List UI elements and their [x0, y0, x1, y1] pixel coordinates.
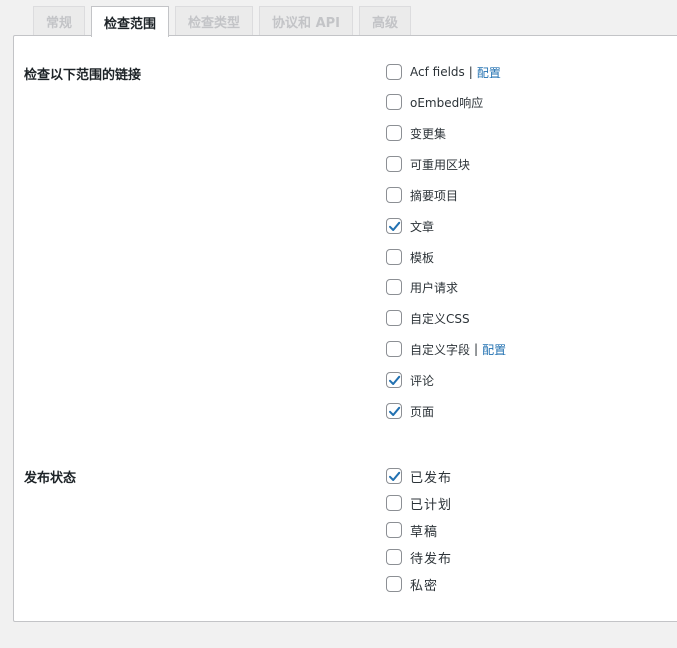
- option-label: 变更集: [410, 126, 447, 141]
- checkbox[interactable]: [386, 156, 402, 172]
- checkbox[interactable]: [386, 187, 402, 203]
- tab-general[interactable]: 常规: [33, 6, 86, 36]
- checkmark-icon: [389, 221, 401, 231]
- status-option-private[interactable]: 私密: [386, 576, 439, 594]
- option-label: 模板: [410, 250, 435, 265]
- scope-option-acf-fields[interactable]: Acf fields | 配置: [386, 64, 501, 80]
- status-option-pending[interactable]: 待发布: [386, 549, 453, 567]
- scope-option-user-requests[interactable]: 用户请求: [386, 279, 458, 295]
- option-label: 待发布: [410, 551, 453, 567]
- scope-option-comments[interactable]: 评论: [386, 372, 434, 388]
- checkmark-icon: [389, 375, 401, 385]
- option-label: 用户请求: [410, 280, 459, 295]
- settings-tabs: 常规 检查范围 检查类型 协议和 API 高级: [33, 6, 412, 37]
- scope-option-oembed[interactable]: oEmbed响应: [386, 94, 483, 110]
- tab-check-types[interactable]: 检查类型: [175, 6, 254, 36]
- option-label: 文章: [410, 219, 435, 234]
- scope-option-templates[interactable]: 模板: [386, 249, 434, 265]
- checkbox[interactable]: [386, 218, 402, 234]
- option-label: 自定义字段: [410, 342, 471, 357]
- option-label: Acf fields: [410, 65, 465, 79]
- checkbox[interactable]: [386, 403, 402, 419]
- option-label: 已发布: [410, 470, 453, 486]
- option-label: 摘要项目: [410, 188, 459, 203]
- option-label: 页面: [410, 404, 435, 419]
- scope-option-changesets[interactable]: 变更集: [386, 125, 446, 141]
- separator: |: [468, 65, 473, 79]
- scope-section-title: 检查以下范围的链接: [24, 68, 142, 83]
- option-label: 私密: [410, 578, 439, 594]
- checkbox[interactable]: [386, 576, 402, 592]
- checkbox[interactable]: [386, 549, 402, 565]
- status-option-published[interactable]: 已发布: [386, 468, 453, 486]
- checkbox[interactable]: [386, 64, 402, 80]
- checkbox[interactable]: [386, 310, 402, 326]
- option-label: oEmbed响应: [410, 95, 484, 110]
- checkbox[interactable]: [386, 341, 402, 357]
- checkbox[interactable]: [386, 495, 402, 511]
- option-label: 评论: [410, 373, 435, 388]
- checkbox[interactable]: [386, 522, 402, 538]
- checkbox[interactable]: [386, 94, 402, 110]
- settings-panel: [13, 35, 677, 622]
- tab-scope[interactable]: 检查范围: [91, 6, 170, 37]
- scope-option-custom-css[interactable]: 自定义CSS: [386, 310, 470, 326]
- status-option-draft[interactable]: 草稿: [386, 522, 439, 540]
- status-option-scheduled[interactable]: 已计划: [386, 495, 453, 513]
- configure-link[interactable]: 配置: [482, 341, 506, 358]
- checkbox[interactable]: [386, 249, 402, 265]
- option-label: 已计划: [410, 497, 453, 513]
- separator: |: [474, 342, 479, 356]
- option-label: 草稿: [410, 524, 439, 540]
- scope-option-posts[interactable]: 文章: [386, 218, 434, 234]
- scope-option-excerpt-items[interactable]: 摘要项目: [386, 187, 458, 203]
- option-label: 自定义CSS: [410, 311, 470, 326]
- status-section-title: 发布状态: [24, 471, 77, 486]
- tab-protocols-api[interactable]: 协议和 API: [259, 6, 353, 36]
- checkbox[interactable]: [386, 279, 402, 295]
- scope-option-reusable-blocks[interactable]: 可重用区块: [386, 156, 470, 172]
- scope-option-pages[interactable]: 页面: [386, 403, 434, 419]
- checkbox[interactable]: [386, 468, 402, 484]
- checkbox[interactable]: [386, 372, 402, 388]
- checkmark-icon: [389, 471, 401, 481]
- scope-option-custom-fields[interactable]: 自定义字段 | 配置: [386, 341, 506, 357]
- checkbox[interactable]: [386, 125, 402, 141]
- option-label: 可重用区块: [410, 157, 471, 172]
- configure-link[interactable]: 配置: [477, 64, 501, 81]
- checkmark-icon: [389, 406, 401, 416]
- tab-advanced[interactable]: 高级: [359, 6, 412, 36]
